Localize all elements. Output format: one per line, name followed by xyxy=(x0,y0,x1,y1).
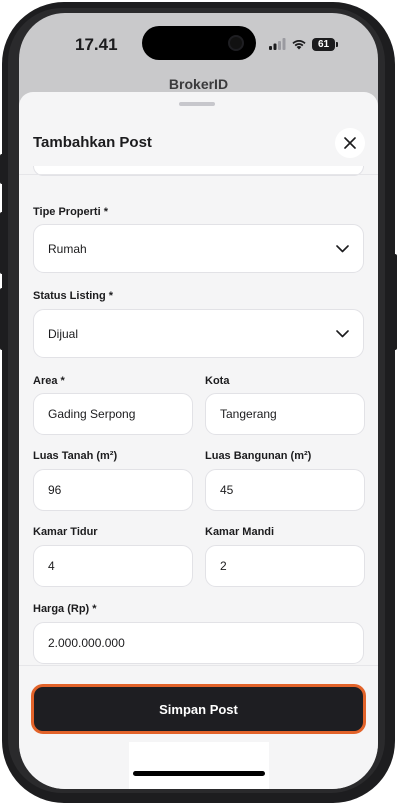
price-label: Harga (Rp) * xyxy=(33,603,97,615)
sheet-grabber[interactable] xyxy=(179,102,215,106)
background-app-title: BrokerID xyxy=(168,76,229,92)
camera-icon xyxy=(228,35,244,51)
area-value: Gading Serpong xyxy=(48,407,136,421)
city-value: Tangerang xyxy=(220,407,277,421)
city-input[interactable]: Tangerang xyxy=(205,393,365,435)
property-type-label: Tipe Properti * xyxy=(33,206,108,218)
building-area-label: Luas Bangunan (m²) xyxy=(205,450,312,462)
status-bar: 17.41 61 xyxy=(19,13,378,77)
screen: 17.41 61 BrokerID Tambahkan Post Tipe Pr… xyxy=(19,13,378,789)
status-icons: 61 xyxy=(269,37,338,51)
bathrooms-label: Kamar Mandi xyxy=(205,526,275,538)
land-area-label: Luas Tanah (m²) xyxy=(33,450,118,462)
sheet-title: Tambahkan Post xyxy=(33,134,152,151)
header-divider xyxy=(19,174,378,175)
footer-divider xyxy=(19,665,378,666)
battery-icon: 61 xyxy=(312,37,338,51)
status-time: 17.41 xyxy=(75,35,118,54)
property-type-select[interactable]: Rumah xyxy=(33,224,364,273)
bedrooms-value: 4 xyxy=(48,559,55,573)
bathrooms-value: 2 xyxy=(220,559,227,573)
wifi-icon xyxy=(292,40,306,50)
listing-status-select[interactable]: Dijual xyxy=(33,309,364,358)
property-type-value: Rumah xyxy=(48,241,87,256)
building-area-value: 45 xyxy=(220,483,234,497)
side-button-action xyxy=(0,154,4,184)
listing-status-value: Dijual xyxy=(48,326,79,341)
side-button-volume-down xyxy=(0,288,4,350)
price-input[interactable]: 2.000.000.000 xyxy=(33,622,364,664)
save-post-button[interactable]: Simpan Post xyxy=(31,684,366,734)
listing-status-label: Status Listing * xyxy=(33,290,114,302)
area-label: Area * xyxy=(33,375,65,387)
land-area-input[interactable]: 96 xyxy=(33,469,193,511)
dynamic-island xyxy=(142,26,256,60)
side-button-volume-up xyxy=(0,212,4,274)
bedrooms-label: Kamar Tidur xyxy=(33,526,98,538)
land-area-value: 96 xyxy=(48,483,62,497)
side-button-power xyxy=(393,254,397,350)
chevron-down-icon xyxy=(336,244,349,252)
home-indicator[interactable] xyxy=(133,771,265,776)
building-area-input[interactable]: 45 xyxy=(205,469,365,511)
close-icon xyxy=(344,137,356,149)
chevron-down-icon xyxy=(336,329,349,337)
price-value: 2.000.000.000 xyxy=(48,636,125,650)
home-indicator-area xyxy=(129,742,269,789)
bedrooms-input[interactable]: 4 xyxy=(33,545,193,587)
battery-level: 61 xyxy=(317,38,330,50)
close-button[interactable] xyxy=(335,128,365,158)
bathrooms-input[interactable]: 2 xyxy=(205,545,365,587)
area-input[interactable]: Gading Serpong xyxy=(33,393,193,435)
add-post-sheet: Tambahkan Post Tipe Properti * Rumah Sta… xyxy=(19,92,378,789)
city-label: Kota xyxy=(205,375,230,387)
signal-icon xyxy=(269,38,286,50)
